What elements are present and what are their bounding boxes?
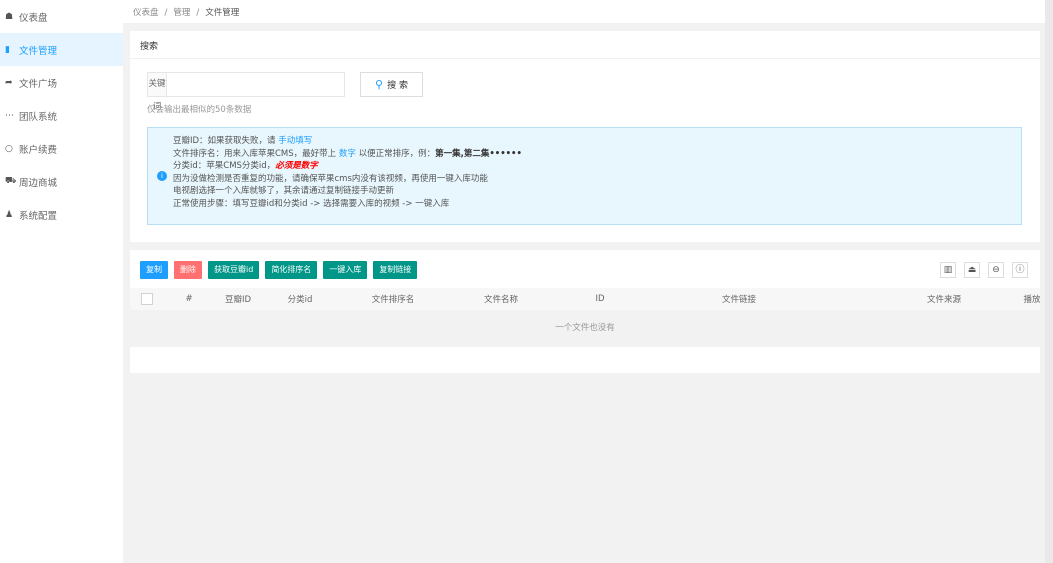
sidebar-item-label: 团队系统 bbox=[19, 111, 58, 123]
info-icon[interactable]: ⓘ bbox=[1012, 262, 1028, 278]
table-header: # 豆瓣ID 分类id 文件排序名 文件名称 ID 文件链接 文件来源 播放 bbox=[130, 288, 1040, 310]
search-hint: 仅会输出最相似的50条数据 bbox=[147, 105, 252, 115]
toolbar-button-1[interactable]: 删除 bbox=[174, 261, 202, 279]
keyword-field: 关键词 bbox=[147, 72, 345, 112]
search-card: 搜索 关键词 ⚲ 搜 索 仅会输出最相似的50条数据 i 豆瓣ID：如果获取失败，… bbox=[130, 31, 1040, 242]
user-icon: ♟ bbox=[5, 209, 14, 220]
refresh-icon: ○ bbox=[5, 143, 13, 154]
column-header[interactable]: 文件链接 bbox=[722, 293, 756, 305]
column-header[interactable]: 文件排序名 bbox=[372, 293, 415, 305]
alert-text: 豆瓣ID：如果获取失败，请 bbox=[173, 136, 279, 146]
column-header[interactable]: 文件来源 bbox=[927, 293, 961, 305]
select-all-checkbox[interactable] bbox=[141, 293, 153, 305]
alert-highlight: 数字 bbox=[338, 148, 356, 159]
print-icon[interactable]: ⊖ bbox=[988, 262, 1004, 278]
alert-text: 分类id：苹果CMS分类id， bbox=[173, 161, 276, 171]
alert-line: 电视剧选择一个入库就够了，其余请通过复制链接手动更新 bbox=[173, 186, 395, 196]
cart-icon: ⛟ bbox=[5, 176, 17, 186]
card-title: 搜索 bbox=[130, 31, 1040, 59]
info-icon: i bbox=[157, 171, 167, 181]
sidebar: ☗ 仪表盘 ▮ 文件管理 ➦ 文件广场 ⋯ 团队系统 ○ 账户续费 ⛟ 周边商城 ♟ 系统配置 bbox=[0, 0, 123, 563]
sidebar-item-0[interactable]: ☗ 仪表盘 bbox=[0, 0, 123, 33]
separator: / bbox=[164, 8, 168, 18]
alert-line: 分类id：苹果CMS分类id，必须是数字 bbox=[173, 160, 1021, 173]
sidebar-item-label: 周边商城 bbox=[19, 177, 58, 189]
alert-text: 文件排序名：用来入库苹果CMS，最好带上 bbox=[173, 148, 339, 159]
alert-warning: 必须是数字 bbox=[275, 161, 318, 171]
search-button[interactable]: ⚲ 搜 索 bbox=[360, 72, 423, 97]
column-header[interactable]: ID bbox=[595, 294, 604, 304]
info-alert: i 豆瓣ID：如果获取失败，请 手动填写 文件排序名：用来入库苹果CMS，最好带… bbox=[147, 127, 1022, 225]
column-header[interactable]: 分类id bbox=[288, 293, 313, 305]
toolbar-button-5[interactable]: 复制链接 bbox=[373, 261, 418, 279]
breadcrumb-dashboard[interactable]: 仪表盘 bbox=[133, 8, 159, 18]
toolbar-button-2[interactable]: 获取豆瓣id bbox=[208, 261, 260, 279]
breadcrumb: 仪表盘 / 管理 / 文件管理 bbox=[123, 0, 1045, 23]
sidebar-item-5[interactable]: ⛟ 周边商城 bbox=[0, 165, 123, 198]
sidebar-item-label: 系统配置 bbox=[19, 210, 58, 222]
export-icon[interactable]: ⏏ bbox=[964, 262, 980, 278]
toolbar-button-3[interactable]: 简化排序名 bbox=[265, 261, 318, 279]
sidebar-item-label: 账户续费 bbox=[19, 144, 58, 156]
alert-line: 文件排序名：用来入库苹果CMS，最好带上 数字 以便正常排序，例：第一集,第二集… bbox=[173, 148, 1021, 161]
column-header[interactable]: 文件名称 bbox=[484, 293, 518, 305]
alert-highlight: 手动填写 bbox=[278, 136, 313, 146]
breadcrumb-current: 文件管理 bbox=[205, 8, 240, 18]
column-header[interactable]: 豆瓣ID bbox=[225, 293, 251, 305]
columns-icon[interactable]: ▥ bbox=[940, 262, 956, 278]
sidebar-item-6[interactable]: ♟ 系统配置 bbox=[0, 198, 123, 231]
more-icon: ⋯ bbox=[5, 110, 14, 121]
dashboard-icon: ☗ bbox=[5, 11, 14, 22]
alert-example: 第一集,第二集•••••• bbox=[435, 148, 522, 159]
share-icon: ➦ bbox=[5, 77, 13, 88]
empty-message: 一个文件也没有 bbox=[130, 310, 1040, 347]
sidebar-item-2[interactable]: ➦ 文件广场 bbox=[0, 66, 123, 99]
scrollbar[interactable] bbox=[1045, 0, 1053, 563]
toolbar-button-0[interactable]: 复制 bbox=[140, 261, 168, 279]
toolbar-button-4[interactable]: 一键入库 bbox=[323, 261, 368, 279]
alert-line: 因为没做检测是否重复的功能，请确保苹果cms内没有该视频，再使用一键入库功能 bbox=[173, 173, 488, 184]
sidebar-item-label: 文件管理 bbox=[19, 45, 58, 57]
column-header[interactable]: 播放 bbox=[1023, 293, 1040, 305]
sidebar-item-label: 仪表盘 bbox=[19, 12, 48, 24]
separator: / bbox=[196, 8, 200, 18]
column-header[interactable]: # bbox=[185, 294, 192, 304]
file-icon: ▮ bbox=[5, 44, 10, 55]
sidebar-item-label: 文件广场 bbox=[19, 78, 58, 90]
alert-line: 豆瓣ID：如果获取失败，请 手动填写 bbox=[173, 135, 1021, 148]
file-table-card: 复制 删除 获取豆瓣id 简化排序名 一键入库 复制链接 ▥ ⏏ ⊖ ⓘ # 豆瓣ID 分类id 文件… bbox=[130, 250, 1040, 373]
breadcrumb-manage[interactable]: 管理 bbox=[173, 8, 190, 18]
search-icon: ⚲ bbox=[375, 78, 384, 91]
search-button-label: 搜 索 bbox=[387, 81, 408, 91]
sidebar-item-3[interactable]: ⋯ 团队系统 bbox=[0, 99, 123, 132]
alert-line: 正常使用步骤：填写豆瓣id和分类id -> 选择需要入库的视频 -> 一键入库 bbox=[173, 198, 450, 209]
sidebar-item-4[interactable]: ○ 账户续费 bbox=[0, 132, 123, 165]
sidebar-item-1[interactable]: ▮ 文件管理 bbox=[0, 33, 123, 66]
keyword-label: 关键词 bbox=[148, 73, 167, 112]
keyword-input[interactable] bbox=[167, 73, 344, 96]
alert-text: 以便正常排序，例： bbox=[355, 148, 436, 159]
